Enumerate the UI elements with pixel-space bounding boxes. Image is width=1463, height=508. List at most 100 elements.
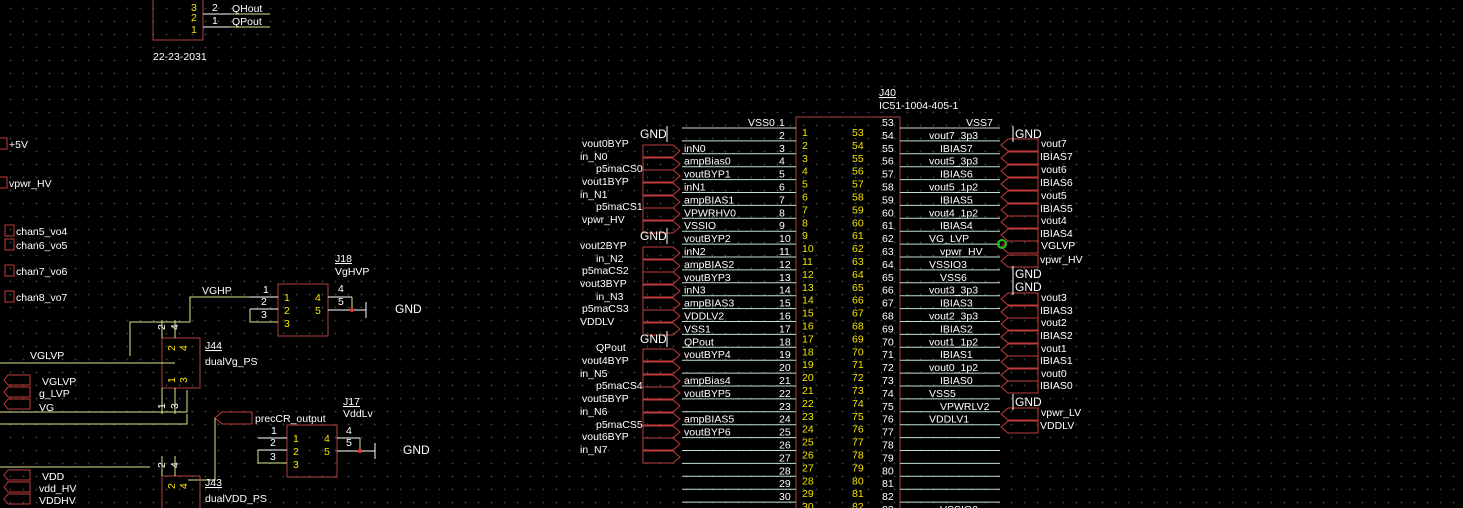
pin-number: 2 <box>261 296 267 308</box>
pin-number: 80 <box>882 465 894 477</box>
pin-number: 76 <box>882 414 894 426</box>
pin-number: 73 <box>852 385 864 397</box>
ref-designator: J17 <box>343 396 360 408</box>
pin-number: 56 <box>852 166 864 178</box>
port-label: g_LVP <box>39 388 70 400</box>
pin-number: 30 <box>802 501 814 508</box>
port-shape <box>1000 380 1039 394</box>
port-shape <box>642 157 681 171</box>
port-label: vout5 <box>1041 190 1067 202</box>
pin-number: 53 <box>852 127 864 139</box>
pin-number: 30 <box>779 491 791 503</box>
port-label: VG <box>39 402 54 414</box>
net-label: vout3_3p3 <box>929 285 978 297</box>
pin-number: 72 <box>852 372 864 384</box>
connector-22-23-2031[interactable]: 3 2 1 2 1 QHout QPout 22-23-2031 <box>152 0 270 63</box>
pin-number: 2 <box>156 324 168 330</box>
net-label: VSS7 <box>966 117 993 129</box>
schematic-canvas[interactable]: 3 2 1 2 1 QHout QPout 22-23-2031 +5V vpw… <box>0 0 1463 508</box>
connector-j40[interactable]: J40 IC51-1004-405-1 11VSS02233inN044ampB… <box>580 87 1083 508</box>
pin-number: 4 <box>338 283 344 295</box>
net-label: ampBIAS1 <box>684 194 734 206</box>
pin-number: 1 <box>166 377 178 383</box>
port-label: p5maCS5 <box>596 419 643 431</box>
port-label: vout5BYP <box>582 393 629 405</box>
pin-number: 26 <box>802 450 814 462</box>
net-label: vout5_3p3 <box>929 156 978 168</box>
part-value: dualVg_PS <box>205 356 258 368</box>
pin-number: 81 <box>852 488 864 500</box>
pin-number: 62 <box>882 233 894 245</box>
pin-number: 12 <box>779 259 791 271</box>
pin-number: 77 <box>852 437 864 449</box>
net-label: inN2 <box>684 246 706 258</box>
pin-number: 2 <box>156 462 168 468</box>
connector-j17[interactable]: J17 VddLv precCR_output 1 2 3 1 2 3 4 5 … <box>188 396 430 481</box>
net-label: VSSIO2 <box>940 504 978 508</box>
pin-number: 13 <box>779 272 791 284</box>
pin-number: 22 <box>779 388 791 400</box>
net-label: voutBYP6 <box>684 427 731 439</box>
port-label: vout1BYP <box>582 176 629 188</box>
port-label: p5maCS3 <box>582 303 629 315</box>
net-label: ampBIAS2 <box>684 259 734 271</box>
pin-number: 10 <box>779 233 791 245</box>
net-label: IBIAS4 <box>940 220 973 232</box>
pin-number: 73 <box>882 375 894 387</box>
connector-j18[interactable]: J18 VgHVP VGHP 1 2 3 1 2 3 4 5 4 5 GND <box>129 253 422 356</box>
port-label: IBIAS4 <box>1040 228 1073 240</box>
port-label: IBIAS6 <box>1040 177 1073 189</box>
pin-number: 21 <box>802 385 814 397</box>
pin-number: 14 <box>802 295 814 307</box>
net-label: inN3 <box>684 285 706 297</box>
pin-number: 66 <box>852 295 864 307</box>
net-label: IBIAS1 <box>940 349 973 361</box>
connector-j43[interactable]: J43 dualVDD_PS 2 4 2 4 VDD vdd_HV VDDHV <box>0 456 267 508</box>
net-label: vout1_1p2 <box>929 336 978 348</box>
net-label: vpwr_HV <box>940 246 983 258</box>
port-label: VDDHV <box>39 495 76 507</box>
pin-number: 23 <box>779 401 791 413</box>
pin-number: 1 <box>284 292 290 304</box>
port-label: VGLVP <box>1041 240 1075 252</box>
port-label: vout4BYP <box>582 355 629 367</box>
pin-number: 5 <box>346 437 352 449</box>
pin-number: 24 <box>802 424 814 436</box>
pin-number: 75 <box>852 411 864 423</box>
port-shape <box>642 348 681 362</box>
pin-number: 55 <box>852 153 864 165</box>
net-label: inN0 <box>684 143 706 155</box>
pin-number: 15 <box>802 308 814 320</box>
port-label: vout2 <box>1041 317 1067 329</box>
pin-number: 18 <box>779 336 791 348</box>
port-label: p5maCS2 <box>582 265 629 277</box>
pin-number: 3 <box>284 318 290 330</box>
part-value: IC51-1004-405-1 <box>879 100 959 112</box>
pin-number: 24 <box>779 414 791 426</box>
net-label: ampBIAS3 <box>684 298 734 310</box>
port-shape <box>1000 203 1039 217</box>
pin-number: 7 <box>802 204 808 216</box>
net-label: vout0_1p2 <box>929 362 978 374</box>
pin-number: 11 <box>779 246 790 258</box>
pin-number: 1 <box>156 403 168 409</box>
pin-number: 2 <box>779 130 785 142</box>
left-edge-ports: +5V vpwr_HV chan5_vo4 chan6_vo5 chan7_vo… <box>0 137 68 304</box>
port-shape <box>1000 317 1039 331</box>
pin-number: 12 <box>802 269 814 281</box>
port-label: p5maCS4 <box>596 380 643 392</box>
schematic-svg[interactable]: 3 2 1 2 1 QHout QPout 22-23-2031 +5V vpw… <box>0 0 1463 508</box>
ref-designator: J44 <box>205 340 222 352</box>
port-label: IBIAS0 <box>1040 380 1073 392</box>
pin-number: 1 <box>212 15 218 27</box>
pin-number: 67 <box>852 308 864 320</box>
net-label: IBIAS7 <box>940 143 973 155</box>
pin-number: 1 <box>271 425 277 437</box>
pin-number: 63 <box>852 256 864 268</box>
net-label: VPWRLV2 <box>940 401 990 413</box>
pin-number: 16 <box>779 311 791 323</box>
gnd-label: GND <box>1015 280 1042 294</box>
pin-number: 78 <box>852 450 864 462</box>
connector-j44[interactable]: J44 dualVg_PS VGLVP 2 4 2 4 1 3 1 3 VGLV… <box>0 320 258 425</box>
port-label: vout2BYP <box>580 240 627 252</box>
